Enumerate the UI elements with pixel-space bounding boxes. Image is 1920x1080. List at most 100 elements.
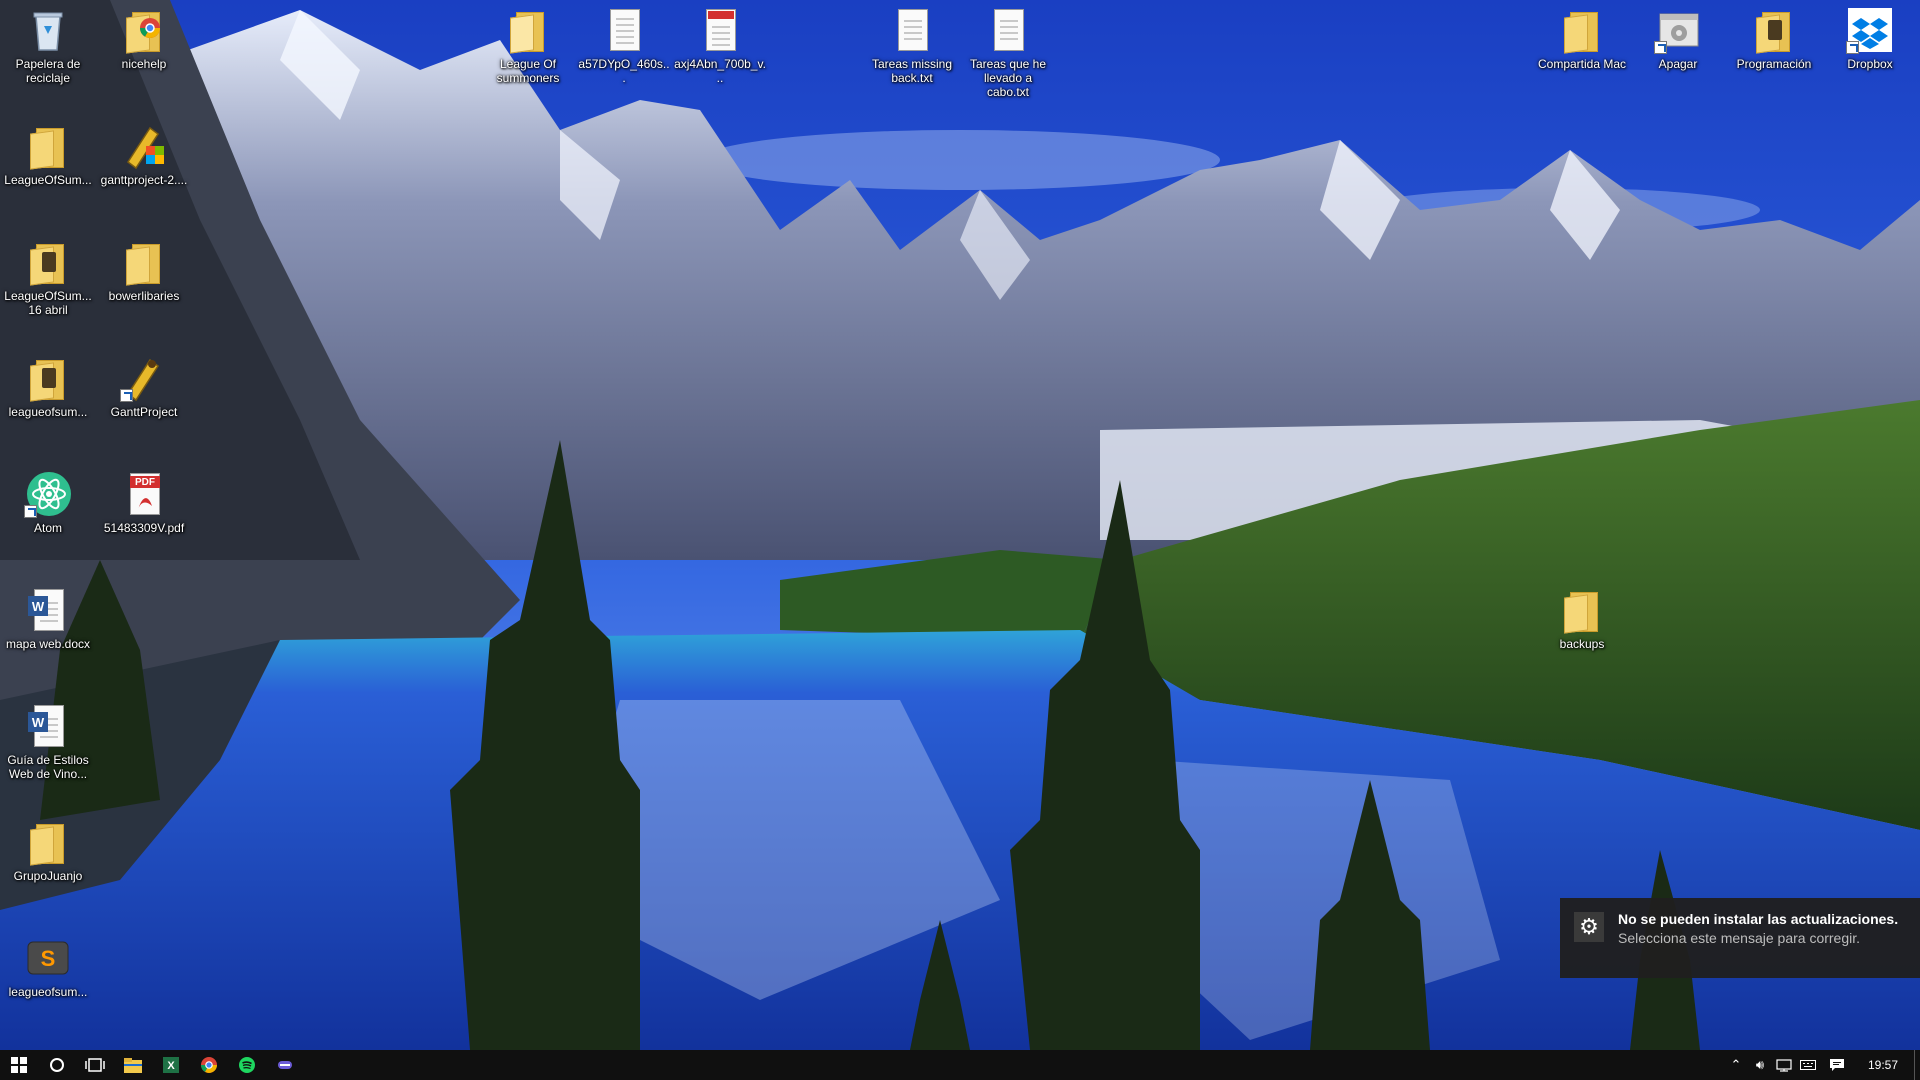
desktop-icon-a57dypo[interactable]: a57DYpO_460s... <box>578 6 670 85</box>
desktop-icon-apagar[interactable]: Apagar <box>1632 6 1724 71</box>
desktop-icon-label: GrupoJuanjo <box>13 869 83 883</box>
settings-gear-icon: ⚙ <box>1574 912 1604 942</box>
spotify-button[interactable] <box>228 1050 266 1080</box>
desktop-icon-league-of-summoners[interactable]: League Of summoners <box>482 6 574 85</box>
folder-icon <box>1558 586 1606 634</box>
atom-icon <box>24 470 72 518</box>
desktop-icon-programacion[interactable]: Programación <box>1728 6 1820 71</box>
desktop-icon-label: 51483309V.pdf <box>103 521 185 535</box>
desktop-icon-label: GanttProject <box>110 405 178 419</box>
desktop-icon-recycle-bin[interactable]: Papelera de reciclaje <box>2 6 94 85</box>
desktop-icon-backups[interactable]: backups <box>1536 586 1628 651</box>
task-view-button[interactable] <box>76 1050 114 1080</box>
desktop-icon-ganttproject-2[interactable]: ganttproject-2.... <box>98 122 190 187</box>
folder-icon <box>24 818 72 866</box>
sublime-folder-icon <box>1750 6 1798 54</box>
desktop-icon-label: backups <box>1559 637 1605 651</box>
chevron-up-icon[interactable]: ⌃ <box>1724 1050 1748 1080</box>
taskbar-clock[interactable]: 19:57 <box>1854 1058 1914 1072</box>
desktop-icon-pdf[interactable]: PDF 51483309V.pdf <box>98 470 190 535</box>
excel-button[interactable]: X <box>152 1050 190 1080</box>
desktop-icon-label: nicehelp <box>121 57 167 71</box>
desktop-icon-ganttproject[interactable]: GanttProject <box>98 354 190 419</box>
desktop-wallpaper <box>0 0 1920 1050</box>
image-file-icon <box>600 6 648 54</box>
desktop-icon-axj4abn[interactable]: axj4Abn_700b_v... <box>674 6 766 85</box>
shortcut-arrow-icon <box>1846 41 1859 54</box>
desktop-icon-nicehelp[interactable]: nicehelp <box>98 6 190 71</box>
system-tray: ⌃ 🔊︎ 19:57 <box>1724 1050 1920 1080</box>
word-document-icon: W <box>24 702 72 750</box>
desktop-icon-atom[interactable]: Atom <box>2 470 94 535</box>
desktop-icon-bowerlibaries[interactable]: bowerlibaries <box>98 238 190 303</box>
desktop-icon-leagueofsum-2[interactable]: leagueofsum... <box>2 354 94 419</box>
file-explorer-button[interactable] <box>114 1050 152 1080</box>
chrome-button[interactable] <box>190 1050 228 1080</box>
app-button[interactable] <box>266 1050 304 1080</box>
spotify-icon <box>239 1057 255 1073</box>
chrome-folder-icon <box>120 6 168 54</box>
desktop-icon-label: mapa web.docx <box>5 637 91 651</box>
desktop-icon-grupojuanjo[interactable]: GrupoJuanjo <box>2 818 94 883</box>
show-desktop-button[interactable] <box>1914 1050 1920 1080</box>
svg-text:S: S <box>41 946 56 971</box>
settings-shortcut-icon <box>1654 6 1702 54</box>
desktop-icon-label: ganttproject-2.... <box>100 173 188 187</box>
svg-text:X: X <box>167 1060 175 1072</box>
excel-icon: X <box>163 1057 179 1073</box>
chrome-icon <box>201 1057 217 1073</box>
desktop-icon-label: Apagar <box>1658 57 1698 71</box>
desktop-icon-dropbox[interactable]: Dropbox <box>1824 6 1916 71</box>
ganttproject-icon <box>120 354 168 402</box>
image-file-icon <box>696 6 744 54</box>
windows-logo-icon <box>11 1057 27 1073</box>
desktop-icon-label: Dropbox <box>1847 57 1893 71</box>
folder-icon <box>504 6 552 54</box>
update-error-notification[interactable]: ⚙ No se pueden instalar las actualizacio… <box>1560 898 1920 978</box>
desktop-icon-label: a57DYpO_460s... <box>578 57 670 85</box>
file-explorer-icon <box>124 1058 142 1073</box>
desktop-icon-label: axj4Abn_700b_v... <box>674 57 766 85</box>
volume-icon[interactable]: 🔊︎ <box>1748 1050 1772 1080</box>
keyboard-icon[interactable] <box>1796 1050 1820 1080</box>
action-center-button[interactable] <box>1820 1050 1854 1080</box>
sublime-folder-icon <box>24 354 72 402</box>
desktop-icon-label: League Of summoners <box>496 57 560 85</box>
notification-icon <box>1829 1059 1844 1071</box>
shortcut-arrow-icon <box>24 505 37 518</box>
app-icon <box>278 1061 292 1069</box>
desktop-icon-mapa-web[interactable]: W mapa web.docx <box>2 586 94 651</box>
folder-icon <box>120 238 168 286</box>
folder-icon <box>24 122 72 170</box>
notification-body: Selecciona este mensaje para corregir. <box>1618 930 1861 946</box>
desktop-icon-compartida-mac[interactable]: Compartida Mac <box>1536 6 1628 71</box>
cortana-search-button[interactable] <box>38 1050 76 1080</box>
desktop-icon-label: Papelera de reciclaje <box>15 57 81 85</box>
dropbox-icon <box>1846 6 1894 54</box>
shortcut-arrow-icon <box>120 389 133 402</box>
task-view-icon <box>85 1058 105 1072</box>
desktop-icon-label: LeagueOfSum... 16 abril <box>4 289 92 317</box>
desktop-icon-leagueofsum-16abril[interactable]: LeagueOfSum... 16 abril <box>2 238 94 317</box>
sublime-project-icon: S <box>24 934 72 982</box>
desktop-icon-tareas-que-he[interactable]: Tareas que he llevado a cabo.txt <box>962 6 1054 99</box>
notification-title: No se pueden instalar las actualizacione… <box>1618 911 1899 927</box>
text-file-icon <box>984 6 1032 54</box>
network-icon[interactable] <box>1772 1050 1796 1080</box>
sublime-folder-icon <box>24 238 72 286</box>
desktop-icon-leagueofsum-1[interactable]: LeagueOfSum... <box>2 122 94 187</box>
recycle-bin-icon <box>24 6 72 54</box>
desktop-icon-label: Atom <box>33 521 62 535</box>
start-button[interactable] <box>0 1050 38 1080</box>
keyboard-shape <box>1799 1060 1816 1070</box>
text-file-icon <box>888 6 936 54</box>
desktop-icon-tareas-missing[interactable]: Tareas missing back.txt <box>866 6 958 85</box>
desktop-icon-leagueofsum-3[interactable]: S leagueofsum... <box>2 934 94 999</box>
network-shape <box>1776 1059 1792 1072</box>
desktop-icon-label: bowerlibaries <box>108 289 180 303</box>
desktop-icon-label: Tareas que he llevado a cabo.txt <box>969 57 1047 99</box>
taskbar: X ⌃ 🔊︎ 19:57 <box>0 1050 1920 1080</box>
desktop-icon-guia-estilos[interactable]: W Guía de Estilos Web de Vino... <box>2 702 94 781</box>
cortana-icon <box>50 1058 64 1072</box>
shortcut-arrow-icon <box>1654 41 1667 54</box>
